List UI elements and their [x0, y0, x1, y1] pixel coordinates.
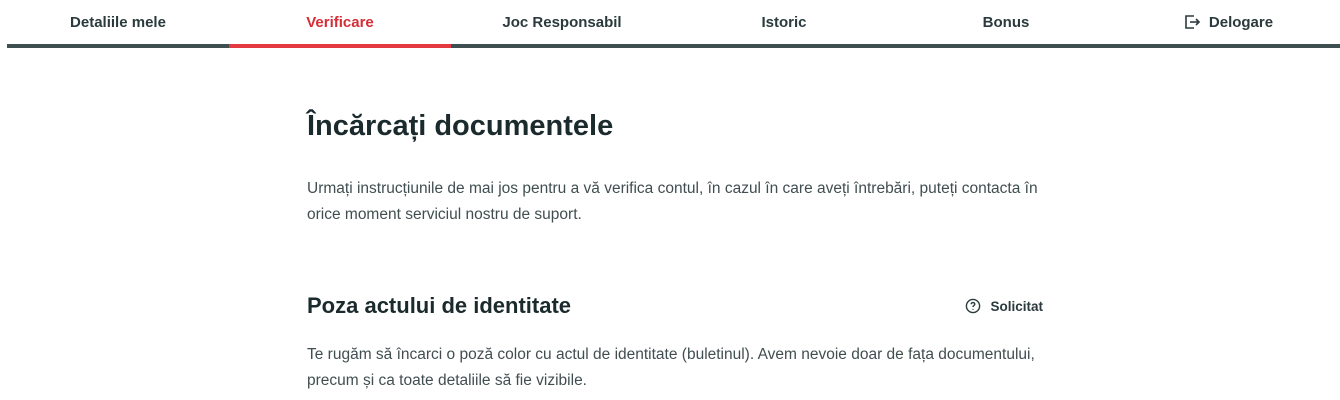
- tab-label: Joc Responsabil: [502, 13, 622, 31]
- tab-joc-responsabil[interactable]: Joc Responsabil: [451, 0, 673, 44]
- section-description: Te rugăm să încarci o poză color cu actu…: [307, 346, 1035, 389]
- page-title: Încărcați documentele: [307, 110, 614, 142]
- tab-verificare[interactable]: Verificare: [229, 0, 451, 48]
- logout-button[interactable]: Delogare: [1117, 0, 1339, 44]
- tab-label: Detaliile mele: [70, 13, 166, 31]
- intro-text: Urmați instrucțiunile de mai jos pentru …: [307, 180, 1038, 223]
- tab-istoric[interactable]: Istoric: [673, 0, 895, 44]
- tab-label: Bonus: [982, 13, 1030, 31]
- tab-bonus[interactable]: Bonus: [895, 0, 1117, 44]
- tab-label: Delogare: [1208, 13, 1274, 31]
- status-label: Solicitat: [990, 298, 1043, 314]
- help-circle-icon: [966, 298, 981, 314]
- account-nav: Detaliile mele Verificare Joc Responsabi…: [7, 0, 1340, 48]
- section-title: Poza actului de identitate: [307, 293, 572, 318]
- tab-detaliile-mele[interactable]: Detaliile mele: [7, 0, 229, 44]
- tab-label: Verificare: [306, 13, 374, 31]
- status-badge[interactable]: Solicitat: [965, 298, 1043, 314]
- tab-label: Istoric: [761, 13, 807, 31]
- logout-icon: [1185, 15, 1201, 29]
- id-photo-section-header: Poza actului de identitate Solicitat: [307, 290, 1043, 322]
